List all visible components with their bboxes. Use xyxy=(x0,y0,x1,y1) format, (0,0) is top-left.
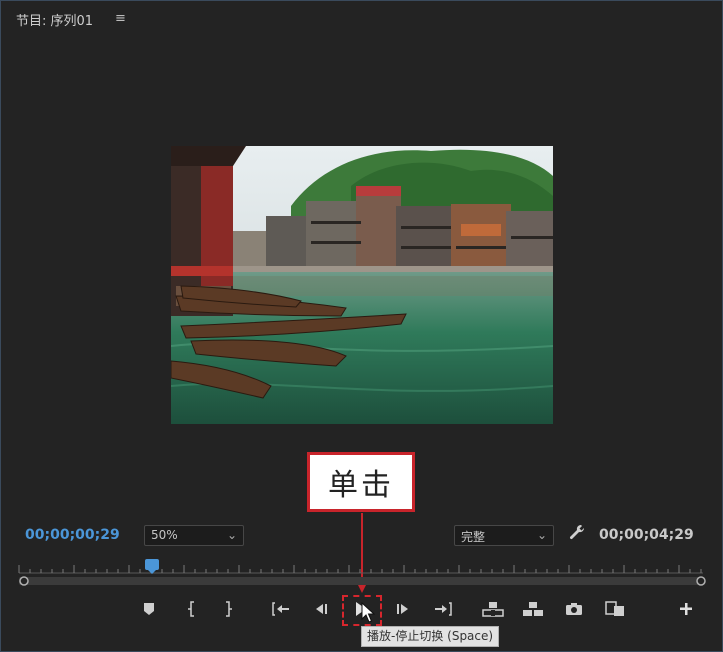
video-frame-image xyxy=(171,146,553,424)
extract-icon xyxy=(523,602,543,616)
zoom-handle-left xyxy=(19,576,29,586)
play-tooltip: 播放-停止切换 (Space) xyxy=(361,626,500,647)
zoom-handle-right xyxy=(696,576,706,586)
mark-out-button[interactable] xyxy=(222,599,236,619)
add-marker-icon xyxy=(144,603,154,615)
add-marker-button[interactable] xyxy=(141,599,157,619)
step-back-button[interactable] xyxy=(312,599,330,619)
zoom-level-select[interactable]: 50% ⌄ xyxy=(144,525,244,546)
mouse-cursor-icon xyxy=(361,602,375,623)
panel-title[interactable]: 节目: 序列01 xyxy=(16,10,93,29)
mark-in-button[interactable] xyxy=(184,599,198,619)
mark-out-icon xyxy=(226,601,232,617)
time-ruler[interactable] xyxy=(15,561,707,591)
compare-view-button[interactable] xyxy=(604,599,626,619)
camera-icon xyxy=(566,603,582,615)
step-back-icon xyxy=(316,604,327,614)
step-forward-icon xyxy=(397,604,408,614)
playback-quality-value: 完整 xyxy=(461,530,486,544)
button-editor-button[interactable] xyxy=(678,599,694,619)
go-to-out-button[interactable] xyxy=(432,599,454,619)
video-preview xyxy=(171,146,553,424)
go-to-out-icon xyxy=(435,602,452,616)
settings-wrench-icon[interactable] xyxy=(567,523,587,547)
playhead-marker[interactable] xyxy=(144,559,159,574)
duration-timecode: 00;00;04;29 xyxy=(599,527,694,543)
playback-quality-select[interactable]: 完整 ⌄ xyxy=(454,525,554,546)
chevron-down-icon: ⌄ xyxy=(536,528,547,542)
chevron-down-icon: ⌄ xyxy=(226,528,237,542)
mark-in-icon xyxy=(188,601,194,617)
program-monitor-panel: 节目: 序列01 ≡ 单击 00;00;00;29 50% ⌄ 完整 ⌄ 00;… xyxy=(0,0,723,652)
export-frame-button[interactable] xyxy=(564,599,584,619)
current-timecode[interactable]: 00;00;00;29 xyxy=(25,527,120,543)
zoom-level-value: 50% xyxy=(151,528,178,542)
go-to-in-icon xyxy=(272,602,289,616)
click-callout: 单击 xyxy=(307,452,415,512)
lift-icon xyxy=(482,602,504,617)
compare-view-icon xyxy=(605,601,624,616)
go-to-in-button[interactable] xyxy=(271,599,291,619)
panel-menu-icon[interactable]: ≡ xyxy=(115,11,126,26)
lift-button[interactable] xyxy=(481,599,505,619)
extract-button[interactable] xyxy=(521,599,545,619)
step-forward-button[interactable] xyxy=(394,599,412,619)
zoom-scroll-bar xyxy=(19,577,703,585)
add-button-icon xyxy=(680,603,692,615)
